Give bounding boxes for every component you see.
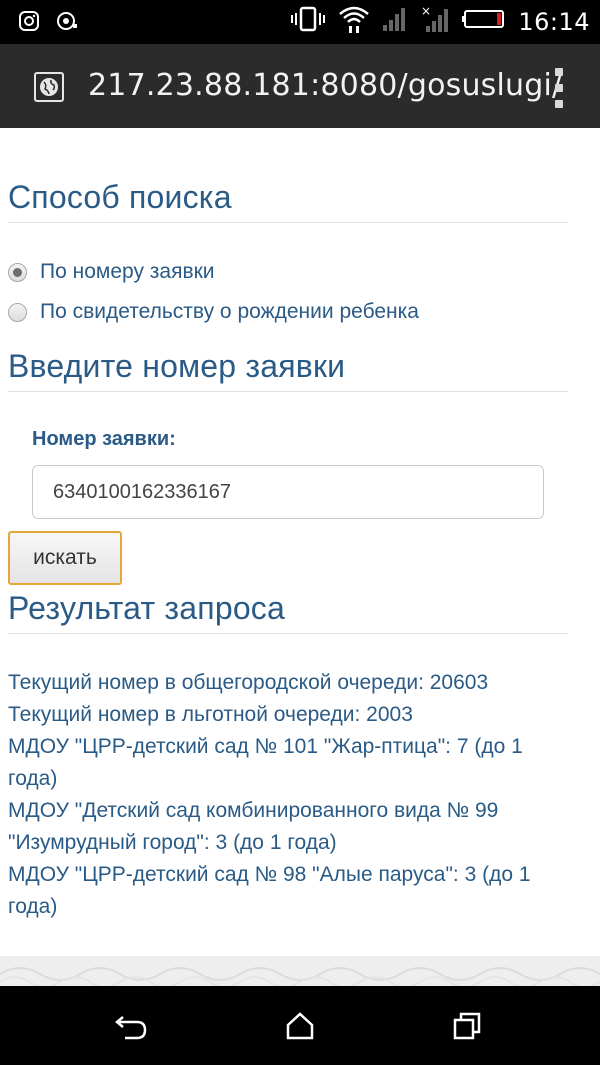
result-line: года) [8, 895, 58, 918]
signal-icon [382, 5, 408, 38]
recents-icon[interactable] [452, 1011, 482, 1046]
background-pattern [0, 956, 600, 986]
back-icon[interactable] [115, 1011, 149, 1046]
search-method-title: Способ поиска [8, 179, 232, 215]
radio-button-unchecked[interactable] [8, 302, 27, 322]
system-nav-bar [0, 986, 600, 1065]
result-line: Текущий номер в общегородской очереди: 2… [8, 671, 489, 694]
url-text[interactable]: 217.23.88.181:8080/gosuslugi/ [88, 68, 562, 103]
radio-by-birth-certificate[interactable]: По свидетельству о рождении ребенка [8, 300, 419, 324]
result-line: года) [8, 767, 58, 790]
status-time: 16:14 [518, 7, 590, 36]
application-number-input[interactable]: 6340100162336167 [32, 465, 544, 519]
radio-label[interactable]: По свидетельству о рождении ребенка [40, 300, 419, 324]
svg-text:×: × [421, 4, 431, 18]
search-button[interactable]: искать [8, 531, 122, 585]
divider [8, 222, 568, 223]
result-line: "Изумрудный город": 3 (до 1 года) [8, 831, 337, 854]
vibrate-icon [290, 5, 326, 38]
result-line: Текущий номер в льготной очереди: 2003 [8, 703, 413, 726]
result-line: МДОУ "ЦРР-детский сад № 101 "Жар-птица":… [8, 735, 523, 758]
home-icon[interactable] [285, 1011, 315, 1046]
more-vert-icon[interactable] [553, 68, 565, 108]
battery-icon [462, 8, 506, 35]
application-number-label: Номер заявки: [32, 428, 176, 450]
instagram-icon [18, 10, 40, 37]
result-line: МДОУ "Детский сад комбинированного вида … [8, 799, 499, 822]
radio-label[interactable]: По номеру заявки [40, 260, 215, 284]
radio-button-checked[interactable] [8, 262, 27, 282]
result-title: Результат запроса [8, 590, 286, 626]
status-bar: × 16:14 [0, 0, 600, 44]
wifi-icon [338, 4, 370, 39]
page-content: Способ поиска По номеру заявки По свидет… [0, 128, 600, 956]
enter-number-title: Введите номер заявки [8, 348, 346, 384]
radio-by-application-number[interactable]: По номеру заявки [8, 260, 215, 284]
notification-icon [56, 10, 78, 37]
browser-address-bar: 217.23.88.181:8080/gosuslugi/ [0, 44, 600, 128]
divider [8, 391, 568, 392]
result-line: МДОУ "ЦРР-детский сад № 98 "Алые паруса"… [8, 863, 531, 886]
globe-icon[interactable] [34, 72, 64, 102]
no-signal-icon: × [420, 4, 450, 39]
divider [8, 633, 568, 634]
